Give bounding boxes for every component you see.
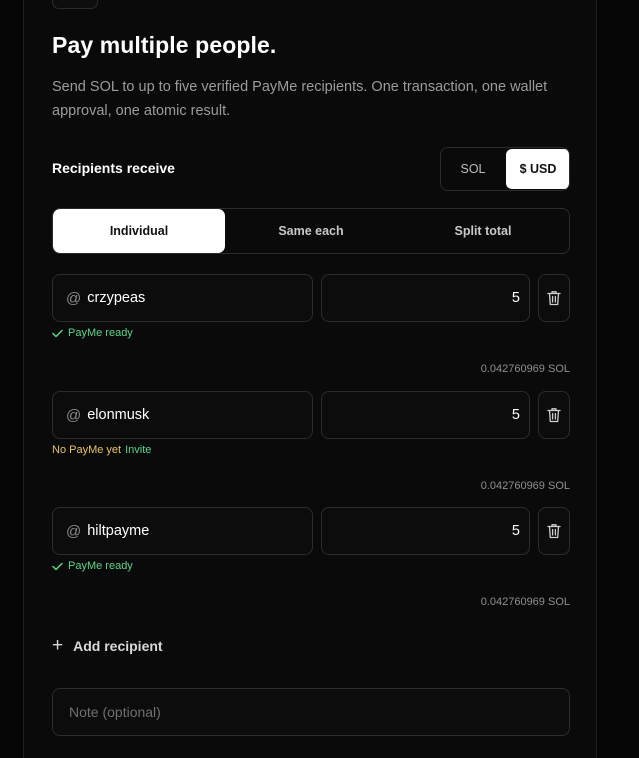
trash-icon — [547, 524, 561, 539]
sol-equivalent: 0.042760969 SOL — [480, 480, 570, 492]
recipient-status: PayMe ready — [52, 327, 133, 339]
page-subtitle: Send SOL to up to five verified PayMe re… — [52, 79, 548, 119]
currency-option-usd[interactable]: $ USD — [506, 149, 569, 189]
trash-icon — [547, 291, 561, 306]
recipients-receive-label: Recipients receive — [52, 160, 175, 176]
plus-icon: + — [52, 635, 64, 656]
currency-option-sol[interactable]: SOL — [441, 148, 505, 190]
remove-recipient-button[interactable] — [538, 274, 570, 322]
recipient-row: @ elonmusk 5 No PayMe yet Invite 0.04276… — [52, 391, 570, 501]
at-sign: @ — [66, 289, 82, 307]
status-text: No PayMe yet — [52, 444, 122, 456]
tab-same-each[interactable]: Same each — [225, 209, 397, 253]
remove-recipient-button[interactable] — [538, 507, 570, 555]
recipient-status: No PayMe yet Invite — [52, 444, 151, 456]
split-mode-tabs: Individual Same each Split total — [52, 208, 570, 254]
invite-link[interactable]: Invite — [125, 444, 151, 456]
tab-individual[interactable]: Individual — [53, 209, 225, 253]
recipient-amount-input[interactable]: 5 — [321, 274, 530, 322]
recipient-handle-input[interactable]: @ crzypeas — [52, 274, 313, 322]
page-title: Pay multiple people. — [52, 32, 277, 58]
recipient-status: PayMe ready — [52, 560, 133, 572]
at-sign: @ — [66, 406, 82, 424]
recipient-handle: elonmusk — [87, 407, 150, 423]
sol-equivalent: 0.042760969 SOL — [480, 363, 570, 375]
recipient-amount-input[interactable]: 5 — [321, 507, 530, 555]
recipient-handle: hiltpayme — [87, 523, 150, 539]
add-recipient-button[interactable]: + Add recipient — [52, 636, 163, 655]
recipient-handle: crzypeas — [87, 290, 146, 306]
currency-toggle: SOL $ USD — [440, 147, 570, 191]
add-recipient-label: Add recipient — [73, 637, 163, 654]
note-input[interactable] — [52, 688, 570, 736]
remove-recipient-button[interactable] — [538, 391, 570, 439]
back-button[interactable] — [52, 0, 98, 9]
sol-equivalent: 0.042760969 SOL — [480, 596, 570, 608]
check-icon — [52, 329, 63, 337]
recipient-row: @ hiltpayme 5 PayMe ready 0.042760969 SO… — [52, 507, 570, 617]
recipient-amount-input[interactable]: 5 — [321, 391, 530, 439]
tab-split-total[interactable]: Split total — [397, 209, 569, 253]
status-text: PayMe ready — [68, 327, 133, 339]
recipient-handle-input[interactable]: @ elonmusk — [52, 391, 313, 439]
at-sign: @ — [66, 522, 82, 540]
check-icon — [52, 562, 63, 570]
recipient-handle-input[interactable]: @ hiltpayme — [52, 507, 313, 555]
recipient-row: @ crzypeas 5 PayMe ready 0.042760969 SOL — [52, 274, 570, 384]
trash-icon — [547, 408, 561, 423]
status-text: PayMe ready — [68, 560, 133, 572]
